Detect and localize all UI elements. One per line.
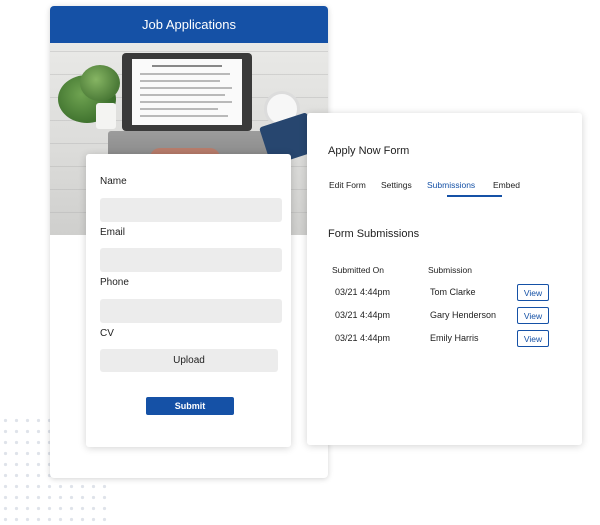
email-label: Email	[100, 227, 126, 238]
active-tab-indicator	[447, 195, 502, 197]
row-date: 03/21 4:44pm	[335, 333, 391, 343]
form-title: Apply Now Form	[328, 145, 410, 157]
submissions-card: Apply Now Form Edit Form Settings Submis…	[307, 113, 582, 445]
submit-button[interactable]: Submit	[146, 397, 234, 415]
name-field[interactable]	[100, 198, 282, 222]
phone-label: Phone	[100, 277, 129, 288]
row-date: 03/21 4:44pm	[335, 310, 391, 320]
section-title: Form Submissions	[328, 228, 420, 240]
email-field[interactable]	[100, 248, 282, 272]
row-name: Emily Harris	[430, 333, 479, 343]
view-button[interactable]: View	[517, 330, 549, 347]
tab-submissions[interactable]: Submissions	[427, 180, 475, 190]
application-form-card: Name Email Phone CV Upload Submit	[86, 154, 291, 447]
plant-pot-image	[96, 103, 116, 129]
row-date: 03/21 4:44pm	[335, 287, 391, 297]
tab-edit-form[interactable]: Edit Form	[329, 180, 366, 190]
job-applications-title: Job Applications	[142, 17, 236, 32]
application-document-image	[132, 59, 242, 125]
job-applications-header: Job Applications	[50, 6, 328, 43]
phone-field[interactable]	[100, 299, 282, 323]
cv-label: CV	[100, 328, 114, 339]
tab-embed[interactable]: Embed	[493, 180, 520, 190]
column-header-submitted-on: Submitted On	[332, 265, 384, 275]
row-name: Gary Henderson	[430, 310, 497, 320]
row-name: Tom Clarke	[430, 287, 476, 297]
column-header-submission: Submission	[428, 265, 472, 275]
name-label: Name	[100, 176, 127, 187]
view-button[interactable]: View	[517, 284, 549, 301]
view-button[interactable]: View	[517, 307, 549, 324]
upload-button[interactable]: Upload	[100, 349, 278, 372]
tab-settings[interactable]: Settings	[381, 180, 412, 190]
plant-leaves-image	[80, 65, 120, 101]
